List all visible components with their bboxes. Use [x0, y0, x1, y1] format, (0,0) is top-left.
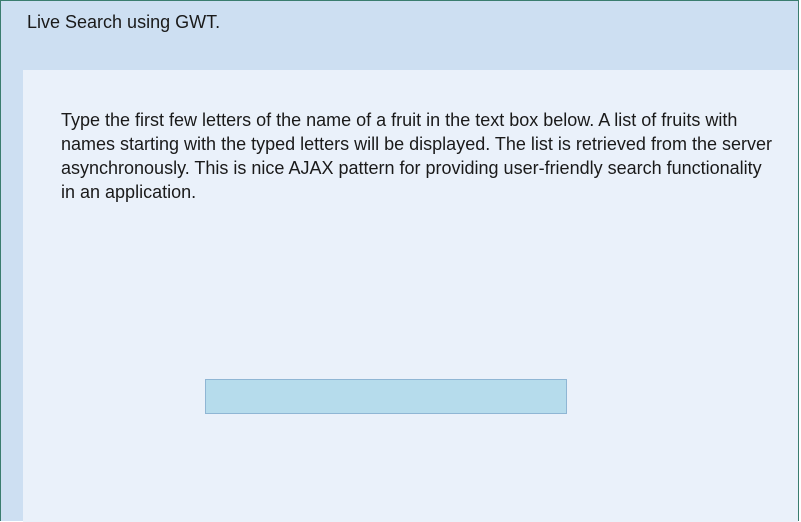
- fruit-search-input[interactable]: [205, 379, 567, 414]
- content-panel: Type the first few letters of the name o…: [23, 70, 798, 522]
- instructions-text: Type the first few letters of the name o…: [61, 110, 772, 202]
- window-title: Live Search using GWT.: [27, 12, 221, 32]
- title-bar: Live Search using GWT.: [1, 1, 798, 45]
- app-window: Live Search using GWT. Type the first fe…: [0, 0, 799, 522]
